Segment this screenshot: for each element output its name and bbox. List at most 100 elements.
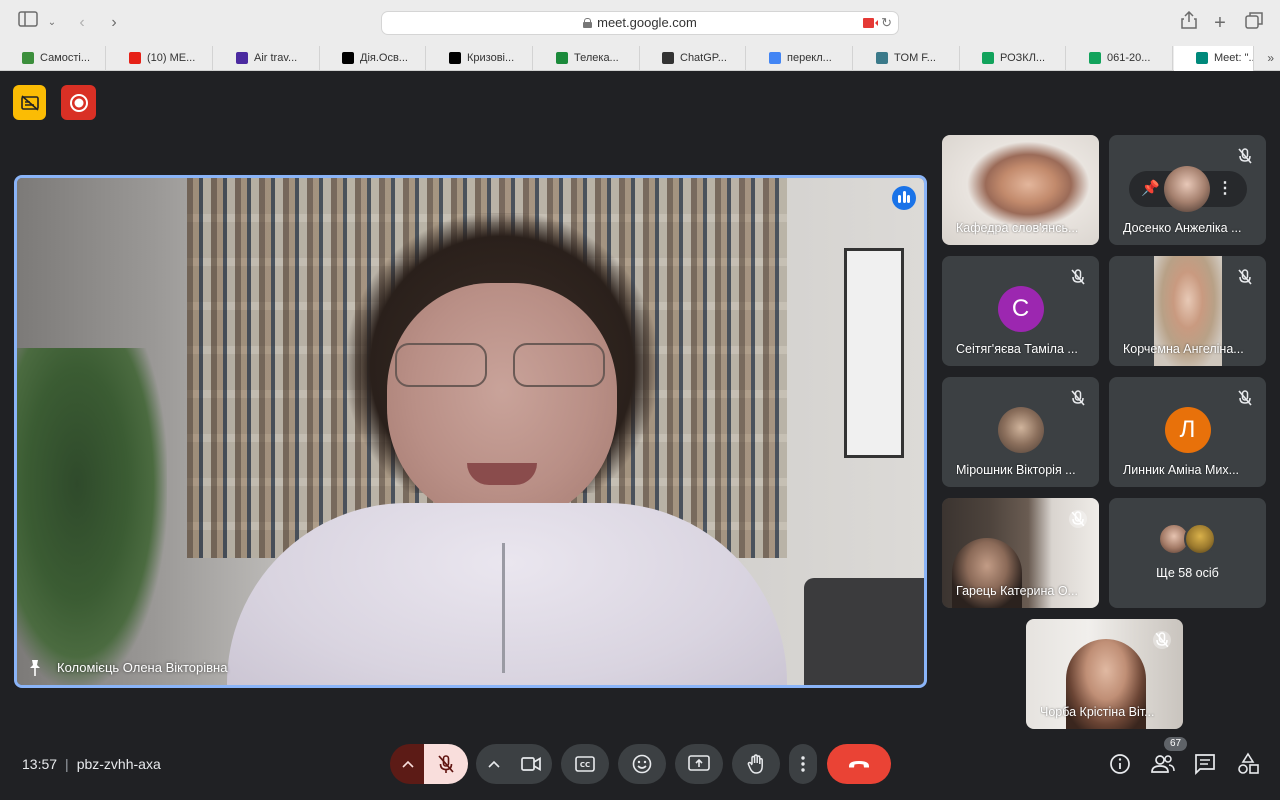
others-count-label: Ще 58 осіб [1156, 566, 1219, 580]
wall-art-image [844, 248, 904, 458]
bookmark-item[interactable]: Meet: "... [1174, 46, 1254, 71]
bookmark-item[interactable]: Дія.Осв... [320, 46, 426, 71]
tile-hover-controls: 📌 ⋮ [1129, 166, 1247, 212]
more-vert-icon [801, 756, 805, 772]
raise-hand-button[interactable] [732, 744, 780, 784]
self-view-tile[interactable]: Чорба Крістіна Віт... [1026, 619, 1183, 729]
pin-button[interactable]: 📌 [1141, 179, 1160, 197]
more-options-icon[interactable]: ⋮ [1217, 178, 1233, 198]
bookmarks-bar: Самості... (10) ME... Air trav... Дія.Ос… [0, 46, 1280, 71]
bookmark-label: 061-20... [1107, 52, 1151, 64]
camera-toggle-button[interactable] [510, 744, 552, 784]
participant-name: Кафедра слов'янсь... [956, 221, 1079, 235]
activities-icon [1238, 752, 1259, 774]
browser-toolbar: ⌄ ‹ › meet.google.com ↻ + [0, 0, 1280, 46]
meeting-details-button[interactable] [1108, 752, 1134, 778]
hand-icon [747, 754, 763, 774]
sidebar-icon[interactable] [16, 11, 40, 35]
others-tile[interactable]: Ще 58 осіб [1109, 498, 1266, 608]
bookmark-label: ChatGP... [680, 52, 727, 64]
bookmark-favicon-icon [662, 52, 674, 64]
mic-off-icon [1238, 269, 1252, 285]
participant-count-badge: 67 [1164, 737, 1187, 751]
lock-icon [583, 18, 593, 28]
sofa-image [804, 578, 924, 685]
bookmark-item[interactable]: ChatGP... [640, 46, 746, 71]
chevron-down-icon[interactable]: ⌄ [40, 11, 64, 35]
bookmark-favicon-icon [876, 52, 888, 64]
camera-in-use-icon[interactable] [863, 18, 878, 28]
participant-name: Чорба Крістіна Віт... [1040, 705, 1155, 719]
captions-icon: CC [575, 756, 595, 772]
others-avatars [1157, 523, 1218, 555]
bookmark-favicon-icon [449, 52, 461, 64]
participant-name: Корчемна Ангеліна... [1123, 342, 1244, 356]
bookmark-item[interactable]: Кризові... [427, 46, 533, 71]
bookmark-item[interactable]: 061-20... [1067, 46, 1173, 71]
participant-tile[interactable]: Гарець Катерина О... [942, 498, 1099, 608]
chat-button[interactable] [1193, 752, 1219, 778]
back-button[interactable]: ‹ [70, 11, 94, 35]
info-icon [1110, 754, 1130, 774]
meeting-time: 13:57 [22, 756, 58, 772]
main-speaker-tile[interactable]: Коломієць Олена Вікторівна [14, 175, 927, 688]
avatar [997, 407, 1044, 453]
bookmark-item[interactable]: Air trav... [214, 46, 320, 71]
mic-off-icon [1069, 510, 1087, 528]
bookmark-item[interactable]: РОЗКЛ... [960, 46, 1066, 71]
people-button[interactable] [1150, 752, 1176, 778]
bookmark-favicon-icon [769, 52, 781, 64]
participant-name: Досенко Анжеліка ... [1123, 221, 1242, 235]
reload-icon[interactable]: ↻ [881, 12, 892, 34]
bookmark-item[interactable]: Телека... [534, 46, 640, 71]
participant-tile[interactable]: Мірошник Вікторія ... [942, 377, 1099, 487]
emoji-reactions-button[interactable] [618, 744, 666, 784]
bookmark-label: Air trav... [254, 52, 298, 64]
more-bookmarks-icon[interactable]: » [1267, 46, 1274, 71]
recording-button[interactable] [61, 85, 96, 120]
captions-button[interactable]: CC [561, 744, 609, 784]
bookmark-favicon-icon [556, 52, 568, 64]
participant-tile[interactable]: Кафедра слов'янсь... [942, 135, 1099, 245]
participant-name: Сеітяг'яєва Таміла ... [956, 342, 1078, 356]
present-screen-button[interactable] [675, 744, 723, 784]
more-options-button[interactable] [789, 744, 817, 784]
audio-options-button[interactable] [390, 744, 426, 784]
mic-off-icon [1071, 269, 1085, 285]
participant-tile[interactable]: С Сеітяг'яєва Таміла ... [942, 256, 1099, 366]
address-bar[interactable]: meet.google.com ↻ [381, 11, 899, 35]
activities-button[interactable] [1236, 752, 1262, 778]
share-icon[interactable] [1177, 10, 1201, 35]
leave-call-button[interactable] [827, 744, 891, 784]
bookmark-favicon-icon [1089, 52, 1101, 64]
bookmark-item[interactable]: TOM F... [854, 46, 960, 71]
url-text: meet.google.com [597, 15, 697, 30]
bookmark-label: Самості... [40, 52, 91, 64]
participant-tile[interactable]: Корчемна Ангеліна... [1109, 256, 1266, 366]
people-icon [1151, 755, 1175, 773]
forward-button[interactable]: › [102, 11, 126, 35]
mic-off-icon [1238, 148, 1252, 164]
chat-icon [1195, 754, 1215, 776]
meeting-info: 13:57 | pbz-zvhh-axa [22, 756, 161, 772]
bookmark-label: Телека... [574, 52, 619, 64]
new-tab-icon[interactable]: + [1208, 11, 1232, 35]
bookmark-label: перекл... [787, 52, 832, 64]
hang-up-icon [849, 761, 869, 768]
participant-tile[interactable]: 📌 ⋮ Досенко Анжеліка ... [1109, 135, 1266, 245]
visual-effects-button[interactable] [13, 85, 46, 120]
mic-off-icon [1071, 390, 1085, 406]
bookmark-item[interactable]: Самості... [0, 46, 106, 71]
bookmark-item[interactable]: (10) ME... [107, 46, 213, 71]
participant-tile[interactable]: Л Линник Аміна Мих... [1109, 377, 1266, 487]
microphone-toggle-button[interactable] [424, 744, 468, 784]
bookmark-favicon-icon [1196, 52, 1208, 64]
bookmark-favicon-icon [342, 52, 354, 64]
video-options-button[interactable] [476, 744, 512, 784]
bookmark-item[interactable]: перекл... [747, 46, 853, 71]
record-icon [69, 93, 88, 112]
tabs-overview-icon[interactable] [1242, 11, 1266, 35]
participant-name: Мірошник Вікторія ... [956, 463, 1076, 477]
mic-off-icon [1238, 390, 1252, 406]
present-icon [688, 755, 710, 771]
